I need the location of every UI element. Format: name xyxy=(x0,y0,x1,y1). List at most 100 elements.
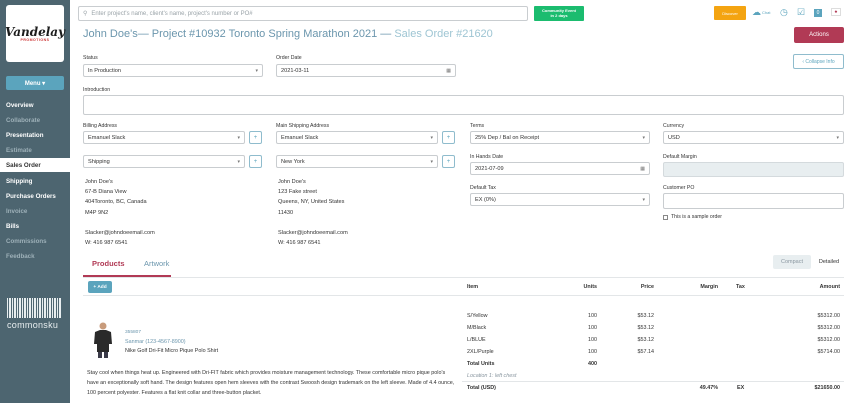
default-tax-select[interactable]: EX (0%) ▾ xyxy=(470,193,650,206)
billing-contact-select[interactable]: Emanuel Slack ▾ xyxy=(83,131,245,144)
shipping-address-value: New York xyxy=(281,158,305,165)
chevron-down-icon: ▾ xyxy=(237,158,240,165)
product-name: Nike Golf Dri-Fit Micro Pique Polo Shirt xyxy=(125,348,219,354)
collapse-info-button[interactable]: ‹ Collapse Info xyxy=(793,54,844,69)
customer-po-input[interactable] xyxy=(663,193,844,209)
menu-button[interactable]: Menu ▾ xyxy=(6,76,64,90)
sidebar-item-bills[interactable]: Bills xyxy=(0,219,70,233)
column-item: Item xyxy=(467,284,479,290)
chevron-down-icon: ▾ xyxy=(836,134,839,141)
sidebar-item-invoice[interactable]: Invoice xyxy=(0,204,70,218)
community-event-button[interactable]: Community Event in 2 days xyxy=(534,6,584,21)
sample-order-label: This is a sample order xyxy=(671,214,723,220)
add-shipping-address-button[interactable]: + xyxy=(442,155,455,168)
page-title: John Doe's— Project #10932 Toronto Sprin… xyxy=(83,28,493,40)
sidebar-item-presentation[interactable]: Presentation xyxy=(0,128,70,142)
search-icon: ⚲ xyxy=(83,11,88,17)
column-tax: Tax xyxy=(736,284,745,290)
add-billing-address-button[interactable]: + xyxy=(249,155,262,168)
actions-button[interactable]: Actions xyxy=(794,27,844,43)
search-input[interactable]: ⚲ Enter project's name, client's name, p… xyxy=(78,6,528,21)
company-logo[interactable]: Vandelay PROMOTIONS xyxy=(5,5,65,62)
project-name: — Project #10932 Toronto Spring Marathon… xyxy=(137,28,392,40)
currency-select[interactable]: USD ▾ xyxy=(663,131,844,144)
sidebar-item-purchase-orders[interactable]: Purchase Orders xyxy=(0,189,70,203)
compact-view-button[interactable]: Compact xyxy=(773,255,811,269)
total-label: Total (USD) xyxy=(467,385,496,391)
chevron-down-icon: ▾ xyxy=(255,67,258,74)
default-margin-label: Default Margin xyxy=(663,154,697,160)
status-select[interactable]: In Production ▾ xyxy=(83,64,263,77)
sidebar-item-feedback[interactable]: Feedback xyxy=(0,249,70,263)
total-units-label: Total Units xyxy=(467,361,495,367)
in-hands-date-input[interactable]: 2021-07-09 ▦ xyxy=(470,162,650,175)
billing-address-select[interactable]: Shipping ▾ xyxy=(83,155,245,168)
row-price: $53.12 xyxy=(637,337,655,343)
billing-address-value: Shipping xyxy=(88,158,110,165)
sidebar-item-overview[interactable]: Overview xyxy=(0,98,70,112)
customer-po-label: Customer PO xyxy=(663,185,695,191)
tasks-icon[interactable]: ☑ xyxy=(797,7,805,18)
sidebar-item-estimate[interactable]: Estimate xyxy=(0,143,70,157)
chevron-down-icon: ▾ xyxy=(237,134,240,141)
clock-icon[interactable]: ◷ xyxy=(780,7,788,18)
row-units: 100 xyxy=(588,313,597,319)
in-hands-date-value: 2021-07-09 xyxy=(475,165,504,172)
in-hands-date-label: In Hands Date xyxy=(470,154,504,160)
chevron-down-icon: ▾ xyxy=(642,134,645,141)
row-units: 100 xyxy=(588,325,597,331)
chevron-down-icon: ▾ xyxy=(642,196,645,203)
introduction-label: Introduction xyxy=(83,87,111,93)
shipping-contact-value: Emanuel Slack xyxy=(281,134,319,141)
shipping-address-select[interactable]: New York ▾ xyxy=(276,155,438,168)
tab-products[interactable]: Products xyxy=(92,259,125,268)
row-item: L/BLUE xyxy=(467,337,486,343)
platform-logo: commonsku xyxy=(7,320,59,330)
community-event-when: in 2 days xyxy=(550,12,568,18)
table-header-divider xyxy=(83,295,844,296)
terms-label: Terms xyxy=(470,123,485,129)
add-item-button[interactable]: + Add xyxy=(88,281,112,293)
order-date-label: Order Date xyxy=(276,55,302,61)
product-sku[interactable]: 355807 xyxy=(125,330,141,335)
notification-badge[interactable]: 0 xyxy=(814,9,822,17)
product-image[interactable] xyxy=(92,322,114,358)
status-label: Status xyxy=(83,55,98,61)
shipping-address-details: John Doe's 123 Fake street Queens, NY, U… xyxy=(278,179,348,247)
sidebar-item-shipping[interactable]: Shipping xyxy=(0,174,70,188)
introduction-textarea[interactable] xyxy=(83,95,844,115)
row-item: 2XL/Purple xyxy=(467,349,494,355)
chevron-down-icon: ▾ xyxy=(430,134,433,141)
tab-artwork[interactable]: Artwork xyxy=(144,259,169,268)
total-tax: EX xyxy=(737,385,745,391)
default-margin-input xyxy=(663,162,844,177)
column-margin: Margin xyxy=(700,284,718,290)
billing-contact-value: Emanuel Slack xyxy=(88,134,126,141)
row-units: 100 xyxy=(588,349,597,355)
sidebar-item-sales-order[interactable]: Sales Order xyxy=(0,158,70,172)
order-date-input[interactable]: 2021-03-11 ▦ xyxy=(276,64,456,77)
terms-select[interactable]: 25% Dep / Bal on Receipt ▾ xyxy=(470,131,650,144)
column-amount: Amount xyxy=(819,284,840,290)
checkbox-icon xyxy=(663,214,668,220)
product-supplier[interactable]: Sanmar (123-4567-8900) xyxy=(125,339,186,345)
sample-order-checkbox[interactable]: This is a sample order xyxy=(663,214,722,220)
client-name[interactable]: John Doe's xyxy=(83,28,138,40)
user-avatar[interactable]: ♠ xyxy=(831,8,841,16)
total-amount: $21650.00 xyxy=(814,385,840,391)
chat-label: Chat xyxy=(762,10,771,15)
row-amount: $5312.00 xyxy=(817,313,840,319)
discover-button[interactable]: Discover xyxy=(714,6,746,20)
sidebar-item-collaborate[interactable]: Collaborate xyxy=(0,113,70,127)
search-placeholder: Enter project's name, client's name, pro… xyxy=(91,10,253,17)
add-billing-contact-button[interactable]: + xyxy=(249,131,262,144)
terms-value: 25% Dep / Bal on Receipt xyxy=(475,134,540,141)
product-description: Stay cool when things heat up. Engineere… xyxy=(87,370,455,396)
chat-button[interactable]: ☁ Chat xyxy=(752,7,770,18)
billing-address-details: John Doe's 67-B Diana View 404Toronto, B… xyxy=(85,179,155,247)
chat-icon: ☁ xyxy=(752,7,761,17)
sidebar-item-commissions[interactable]: Commissions xyxy=(0,234,70,248)
detailed-view-button[interactable]: Detailed xyxy=(814,255,844,269)
shipping-contact-select[interactable]: Emanuel Slack ▾ xyxy=(276,131,438,144)
add-shipping-contact-button[interactable]: + xyxy=(442,131,455,144)
